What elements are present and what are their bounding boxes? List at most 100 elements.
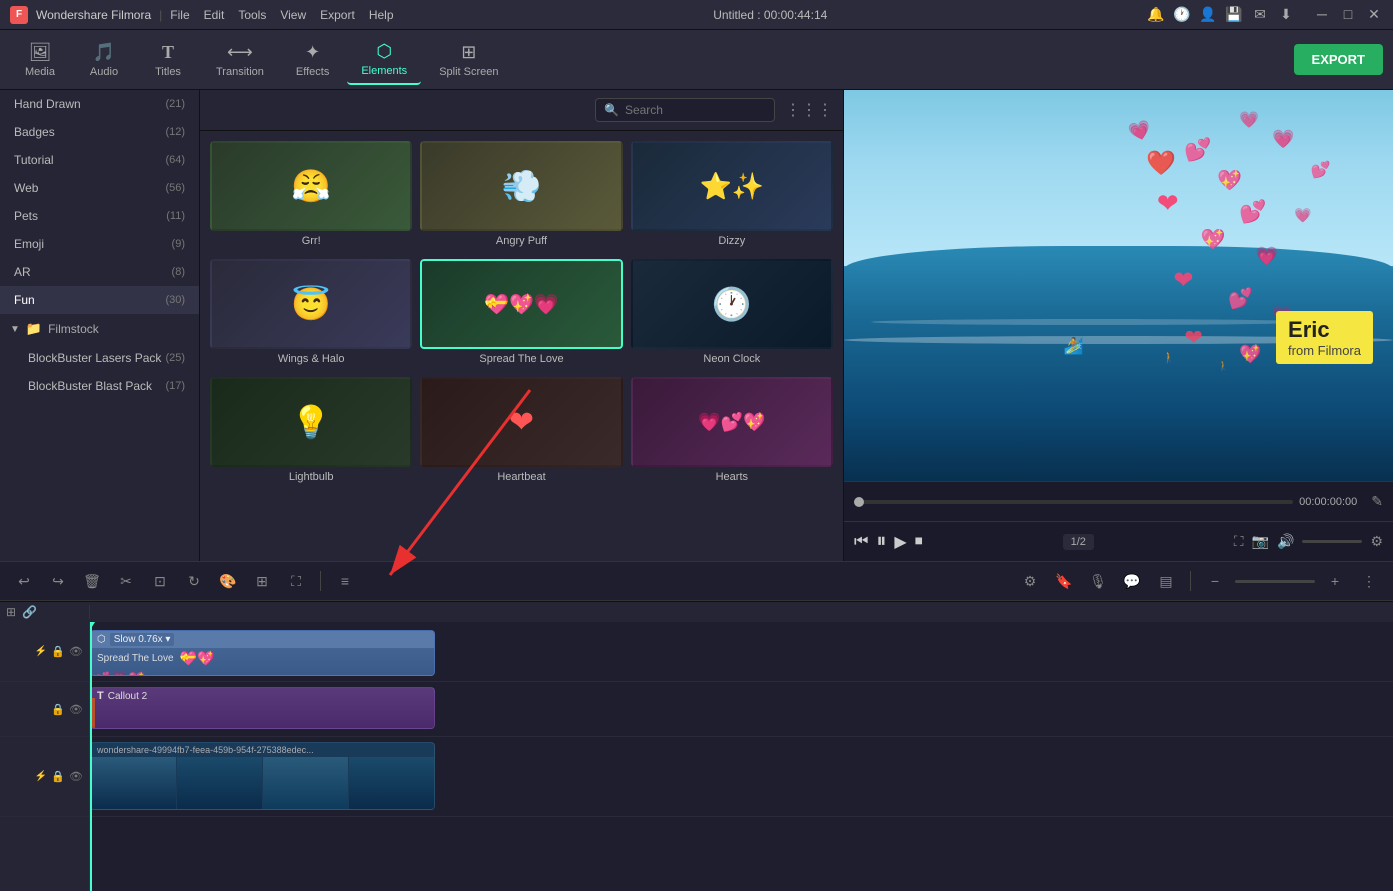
sidebar-item-badges[interactable]: Badges (12) <box>0 118 199 146</box>
menu-edit[interactable]: Edit <box>204 8 225 22</box>
sidebar-count-emoji: (9) <box>172 238 185 250</box>
more-btn[interactable]: ⋮ <box>1355 567 1383 595</box>
element-lightbulb[interactable]: 💡 Lightbulb <box>210 377 412 487</box>
element-grr[interactable]: 😤 Grr! <box>210 141 412 251</box>
sidebar-item-emoji[interactable]: Emoji (9) <box>0 230 199 258</box>
track-eye-icon[interactable]: 👁 <box>69 645 83 658</box>
track-lock-icon-3[interactable]: 🔒 <box>51 770 65 783</box>
delete-btn[interactable]: 🗑 <box>78 567 106 595</box>
cut-btn[interactable]: ✂ <box>112 567 140 595</box>
track-lock-icon-2[interactable]: 🔒 <box>51 703 65 716</box>
sidebar-item-pets[interactable]: Pets (11) <box>0 202 199 230</box>
clip-video[interactable]: wondershare-49994fb7-feea-459b-954f-2753… <box>90 742 435 810</box>
step-back-btn[interactable]: ⏮ <box>854 533 868 551</box>
element-wings-halo[interactable]: 😇 Wings & Halo <box>210 259 412 369</box>
toolbar-audio[interactable]: 🎵 Audio <box>74 36 134 84</box>
save-icon[interactable]: 💾 <box>1225 6 1243 23</box>
clip-spread-love[interactable]: ⬡ Slow 0.76x ▾ Spread The Love 💝💖 💕 💗 💖 <box>90 630 435 676</box>
audio-label: Audio <box>90 66 118 78</box>
menu-export[interactable]: Export <box>320 8 355 22</box>
add-track-icon[interactable]: ⊞ <box>6 605 16 619</box>
sidebar-item-ar[interactable]: AR (8) <box>0 258 199 286</box>
clip-callout-2[interactable]: T Callout 2 <box>90 687 435 729</box>
mail-icon[interactable]: ✉ <box>1251 6 1269 23</box>
sidebar-item-fun[interactable]: Fun (30) <box>0 286 199 314</box>
record-btn[interactable]: 🎙 <box>1084 567 1112 595</box>
link-icon[interactable]: 🔗 <box>22 605 37 619</box>
screenshot-icon[interactable]: 📷 <box>1252 533 1269 550</box>
search-bar[interactable]: 🔍 <box>595 98 775 122</box>
track-speed-icon-2[interactable]: ⚡ <box>35 771 47 782</box>
grid-options-icon[interactable]: ⋮⋮⋮ <box>785 100 833 120</box>
element-label-heartbeat: Heartbeat <box>497 467 545 487</box>
tts-btn[interactable]: 💬 <box>1118 567 1146 595</box>
track-speed-icon[interactable]: ⚡ <box>35 646 47 657</box>
close-btn[interactable]: ✕ <box>1365 6 1383 23</box>
zoom-in-btn[interactable]: + <box>1321 567 1349 595</box>
element-hearts[interactable]: 💗💕💖 Hearts <box>631 377 833 487</box>
zoom-slider[interactable] <box>1235 580 1315 583</box>
minimize-btn[interactable]: ─ <box>1313 6 1331 23</box>
rotate-btn[interactable]: ↻ <box>180 567 208 595</box>
menu-view[interactable]: View <box>280 8 306 22</box>
user-icon[interactable]: 👤 <box>1199 6 1217 23</box>
undo-btn[interactable]: ↩ <box>10 567 38 595</box>
sidebar-group-filmstock[interactable]: ▼ 📁 Filmstock <box>0 314 199 344</box>
export-button[interactable]: EXPORT <box>1294 44 1383 75</box>
sidebar-item-tutorial[interactable]: Tutorial (64) <box>0 146 199 174</box>
sidebar-item-web[interactable]: Web (56) <box>0 174 199 202</box>
edit-icon[interactable]: ✎ <box>1371 493 1383 510</box>
adjust-btn[interactable]: ≡ <box>331 567 359 595</box>
toolbar-effects[interactable]: ✦ Effects <box>282 36 343 84</box>
toolbar-elements[interactable]: ⬡ Elements <box>347 35 421 85</box>
sidebar-count-pets: (11) <box>166 210 185 222</box>
fullscreen-edit-btn[interactable]: ⛶ <box>282 567 310 595</box>
time-icon[interactable]: 🕐 <box>1173 6 1191 23</box>
menu-file[interactable]: File <box>170 8 189 22</box>
timeline: ⊞ 🔗 00:00:00:00 00:00:02:00 00:00:04:00 … <box>0 601 1393 891</box>
play-pause-btn[interactable]: ⏸ <box>876 530 886 553</box>
clip-spread-label: Spread The Love <box>97 653 174 664</box>
settings-icon[interactable]: ⚙ <box>1370 533 1383 550</box>
crop-btn[interactable]: ⊡ <box>146 567 174 595</box>
volume-slider[interactable] <box>1302 540 1362 543</box>
color-btn[interactable]: 🎨 <box>214 567 242 595</box>
menu-bar[interactable]: File Edit Tools View Export Help <box>170 8 393 22</box>
toolbar-split-screen[interactable]: ⊞ Split Screen <box>425 36 512 84</box>
element-spread-love[interactable]: 💝💖💗 Spread The Love <box>420 259 622 369</box>
toolbar-media[interactable]: 🖼 Media <box>10 36 70 84</box>
stop-btn[interactable]: ⏹ <box>915 533 923 551</box>
element-neon-clock[interactable]: 🕐 Neon Clock <box>631 259 833 369</box>
subtitle-btn[interactable]: ▤ <box>1152 567 1180 595</box>
snap-btn[interactable]: ⚙ <box>1016 567 1044 595</box>
maximize-btn[interactable]: □ <box>1339 6 1357 23</box>
track-gutter-elements: ⚡ 🔒 👁 <box>0 622 89 682</box>
element-dizzy[interactable]: ⭐✨ Dizzy <box>631 141 833 251</box>
track-eye-icon-2[interactable]: 👁 <box>69 703 83 716</box>
track-eye-icon-3[interactable]: 👁 <box>69 770 83 783</box>
menu-help[interactable]: Help <box>369 8 394 22</box>
track-lock-icon[interactable]: 🔒 <box>51 645 65 658</box>
volume-icon[interactable]: 🔊 <box>1277 533 1294 550</box>
step-forward-btn[interactable]: ▶ <box>894 532 906 552</box>
marker-btn[interactable]: 🔖 <box>1050 567 1078 595</box>
progress-bar[interactable] <box>854 500 1293 504</box>
toolbar-transition[interactable]: ⟷ Transition <box>202 36 278 84</box>
sidebar-item-lasers[interactable]: BlockBuster Lasers Pack (25) <box>0 344 199 372</box>
toolbar-titles[interactable]: T Titles <box>138 36 198 84</box>
pip-btn[interactable]: ⊞ <box>248 567 276 595</box>
element-angry-puff[interactable]: 💨 Angry Puff <box>420 141 622 251</box>
sidebar-item-hand-drawn[interactable]: Hand Drawn (21) <box>0 90 199 118</box>
timeline-gutter-header: ⊞ 🔗 <box>0 605 90 619</box>
notification-icon[interactable]: 🔔 <box>1147 6 1165 23</box>
search-input[interactable] <box>625 103 755 117</box>
fullscreen-icon[interactable]: ⛶ <box>1234 533 1244 550</box>
zoom-out-btn[interactable]: − <box>1201 567 1229 595</box>
element-heartbeat[interactable]: ❤ Heartbeat <box>420 377 622 487</box>
redo-btn[interactable]: ↪ <box>44 567 72 595</box>
sidebar-item-blast[interactable]: BlockBuster Blast Pack (17) <box>0 372 199 400</box>
download-icon[interactable]: ⬇ <box>1277 6 1295 23</box>
page-indicator[interactable]: 1/2 <box>1063 534 1094 550</box>
menu-tools[interactable]: Tools <box>238 8 266 22</box>
window-controls[interactable]: 🔔 🕐 👤 💾 ✉ ⬇ ─ □ ✕ <box>1147 6 1383 23</box>
